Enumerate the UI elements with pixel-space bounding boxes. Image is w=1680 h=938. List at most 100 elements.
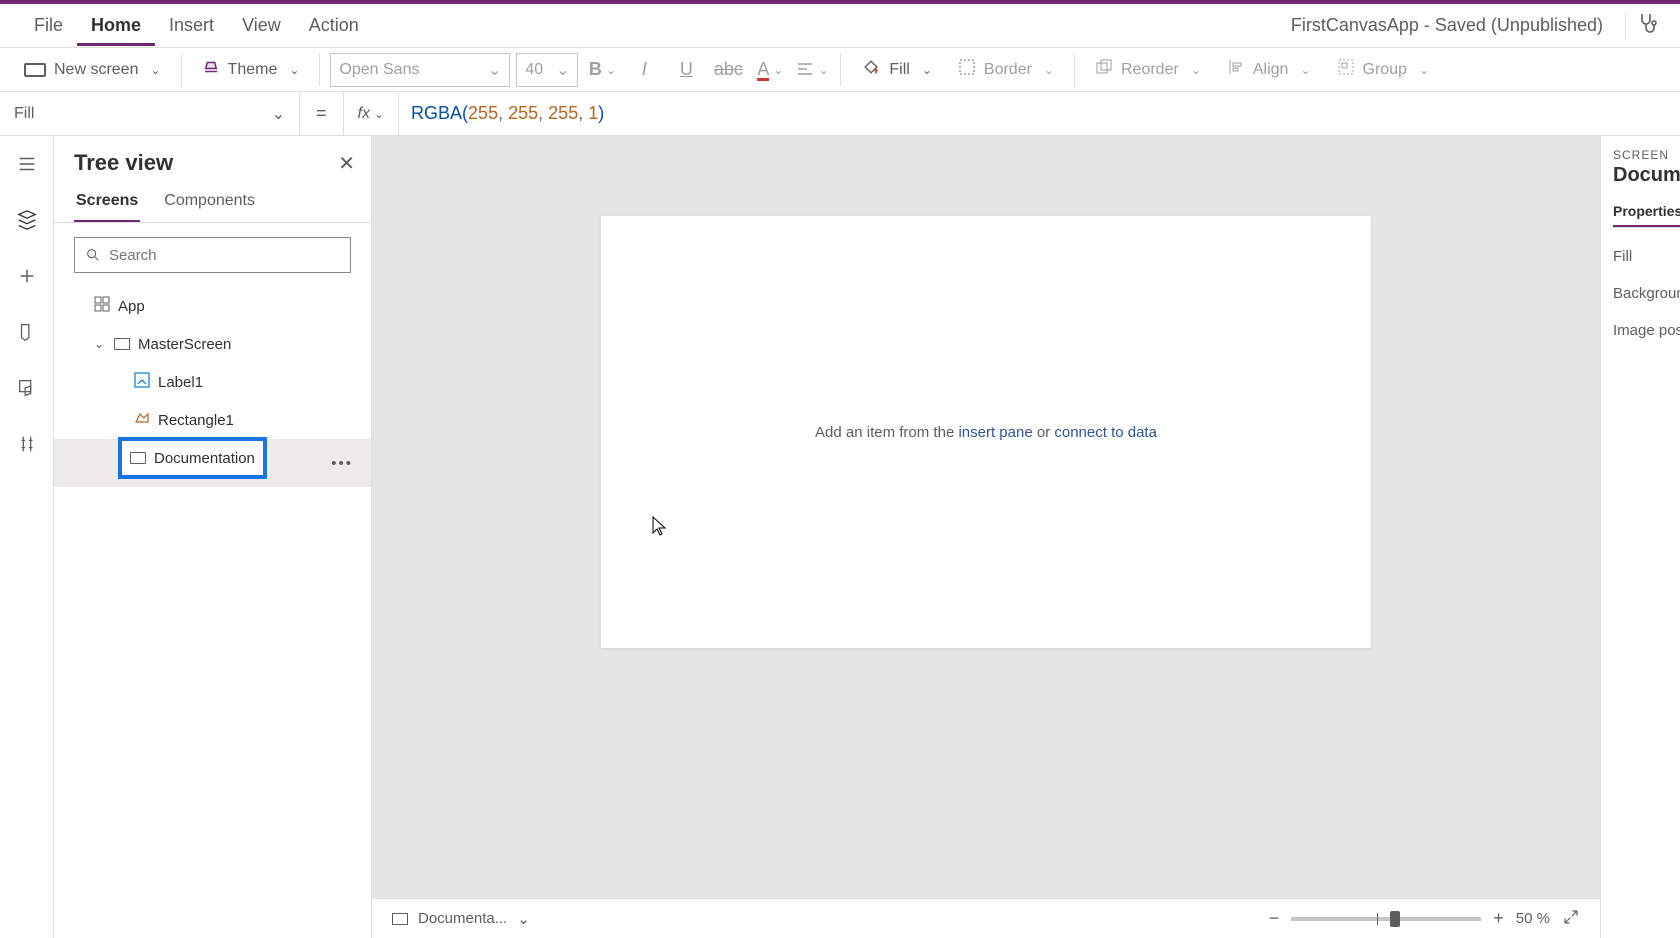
app-icon xyxy=(94,296,110,316)
chevron-down-icon[interactable]: ⌄ xyxy=(94,337,106,351)
group-icon xyxy=(1337,58,1355,81)
canvas[interactable]: Add an item from the insert pane or conn… xyxy=(601,216,1371,648)
insert-pane-link[interactable]: insert pane xyxy=(958,424,1032,441)
placeholder-text: Add an item from the xyxy=(815,424,958,441)
prop-fill[interactable]: Fill xyxy=(1613,248,1680,265)
media-icon[interactable] xyxy=(13,374,41,402)
align-label: Align xyxy=(1253,61,1289,79)
more-icon[interactable]: ••• xyxy=(331,455,353,472)
tab-properties[interactable]: Properties xyxy=(1613,197,1680,227)
tree-list: App ⌄ MasterScreen Label1 Rectangle1 xyxy=(54,287,371,938)
bold-button[interactable]: B xyxy=(584,53,620,87)
prop-background[interactable]: Background xyxy=(1613,285,1680,302)
screen-icon xyxy=(24,63,46,77)
font-size-select[interactable]: 40 ⌄ xyxy=(516,53,578,87)
group-button[interactable]: Group xyxy=(1327,52,1440,87)
tree-item-label: Documentation xyxy=(154,450,255,467)
fx-button[interactable]: fx ⌄ xyxy=(344,92,400,135)
theme-icon xyxy=(202,58,220,81)
insert-icon[interactable] xyxy=(13,262,41,290)
search-input[interactable] xyxy=(74,237,351,273)
zoom-in-button[interactable]: + xyxy=(1493,908,1504,929)
tree-item-documentation[interactable]: Documentation ••• xyxy=(54,439,371,487)
app-title: FirstCanvasApp - Saved (Unpublished) xyxy=(1291,15,1603,36)
new-screen-label: New screen xyxy=(54,61,138,79)
canvas-placeholder: Add an item from the insert pane or conn… xyxy=(815,424,1157,441)
close-icon[interactable]: ✕ xyxy=(338,151,355,176)
prop-image-position[interactable]: Image posit xyxy=(1613,322,1680,339)
formula-fn: RGBA xyxy=(411,103,462,124)
fill-label: Fill xyxy=(889,61,909,79)
paint-bucket-icon xyxy=(861,57,881,82)
tree-item-app[interactable]: App xyxy=(54,287,371,325)
properties-panel: SCREEN Document Properties Fill Backgrou… xyxy=(1600,136,1680,938)
tree-item-label: App xyxy=(118,298,145,315)
font-size-value: 40 xyxy=(525,61,543,79)
zoom-value: 50 % xyxy=(1516,910,1550,927)
screen-icon xyxy=(392,913,408,925)
equals-sign: = xyxy=(300,92,344,135)
theme-label: Theme xyxy=(228,61,278,79)
label-icon xyxy=(134,372,150,392)
search-field[interactable] xyxy=(109,247,340,264)
ribbon: New screen Theme Open Sans ⌄ 40 ⌄ B I U … xyxy=(0,48,1680,92)
menu-action[interactable]: Action xyxy=(295,5,373,46)
theme-button[interactable]: Theme xyxy=(192,52,310,87)
formula-bar: Fill ⌄ = fx ⌄ RGBA(255, 255, 255, 1) xyxy=(0,92,1680,136)
screen-selector-label: Documenta... xyxy=(418,910,507,927)
tab-screens[interactable]: Screens xyxy=(74,182,140,222)
left-rail xyxy=(0,136,54,938)
chevron-down-icon: ⌄ xyxy=(517,910,530,928)
zoom-slider[interactable] xyxy=(1291,917,1481,921)
tree-panel: Tree view ✕ Screens Components App ⌄ xyxy=(54,136,372,938)
connect-data-link[interactable]: connect to data xyxy=(1054,424,1157,441)
font-select-value: Open Sans xyxy=(339,61,419,79)
data-icon[interactable] xyxy=(13,318,41,346)
menu-insert[interactable]: Insert xyxy=(155,5,228,46)
menu-view[interactable]: View xyxy=(228,5,295,46)
hamburger-icon[interactable] xyxy=(13,150,41,178)
fill-button[interactable]: Fill xyxy=(851,51,942,88)
placeholder-text: or xyxy=(1033,424,1055,441)
strikethrough-button[interactable]: abc xyxy=(710,53,746,87)
menu-file[interactable]: File xyxy=(20,5,77,46)
canvas-wrap: Add an item from the insert pane or conn… xyxy=(372,136,1600,938)
group-label: Group xyxy=(1363,61,1407,79)
props-screen-name: Document xyxy=(1613,164,1680,187)
formula-arg-2: 255 xyxy=(548,103,578,124)
text-align-button[interactable] xyxy=(794,53,830,87)
font-color-button[interactable]: A xyxy=(752,53,788,87)
fit-to-window-button[interactable] xyxy=(1562,908,1580,930)
border-button[interactable]: Border xyxy=(948,52,1064,87)
zoom-out-button[interactable]: − xyxy=(1269,908,1280,929)
align-controls-button[interactable]: Align xyxy=(1217,52,1321,87)
advanced-tools-icon[interactable] xyxy=(13,430,41,458)
tree-view-icon[interactable] xyxy=(13,206,41,234)
property-select-value: Fill xyxy=(14,105,34,123)
tree-panel-title: Tree view xyxy=(74,150,173,176)
fx-label: fx xyxy=(358,105,370,123)
app-checker-icon[interactable] xyxy=(1636,11,1660,40)
chevron-down-icon: ⌄ xyxy=(488,60,501,80)
new-screen-button[interactable]: New screen xyxy=(14,55,171,85)
screen-icon xyxy=(130,452,146,464)
menu-home[interactable]: Home xyxy=(77,5,155,46)
chevron-down-icon: ⌄ xyxy=(272,104,285,124)
tab-components[interactable]: Components xyxy=(162,182,257,222)
reorder-button[interactable]: Reorder xyxy=(1085,52,1211,87)
property-select[interactable]: Fill ⌄ xyxy=(0,92,300,136)
font-select[interactable]: Open Sans ⌄ xyxy=(330,53,510,87)
border-icon xyxy=(958,58,976,81)
italic-button[interactable]: I xyxy=(626,53,662,87)
search-icon xyxy=(85,247,101,263)
tree-item-label1[interactable]: Label1 xyxy=(54,363,371,401)
chevron-down-icon: ⌄ xyxy=(556,60,569,80)
menubar: File Home Insert View Action FirstCanvas… xyxy=(0,4,1680,48)
underline-button[interactable]: U xyxy=(668,53,704,87)
props-section-label: SCREEN xyxy=(1613,148,1680,162)
tree-item-rectangle1[interactable]: Rectangle1 xyxy=(54,401,371,439)
tree-item-masterscreen[interactable]: ⌄ MasterScreen xyxy=(54,325,371,363)
formula-arg-1: 255 xyxy=(508,103,538,124)
formula-input[interactable]: RGBA(255, 255, 255, 1) xyxy=(399,92,1680,135)
screen-selector[interactable]: Documenta... ⌄ xyxy=(392,910,530,928)
